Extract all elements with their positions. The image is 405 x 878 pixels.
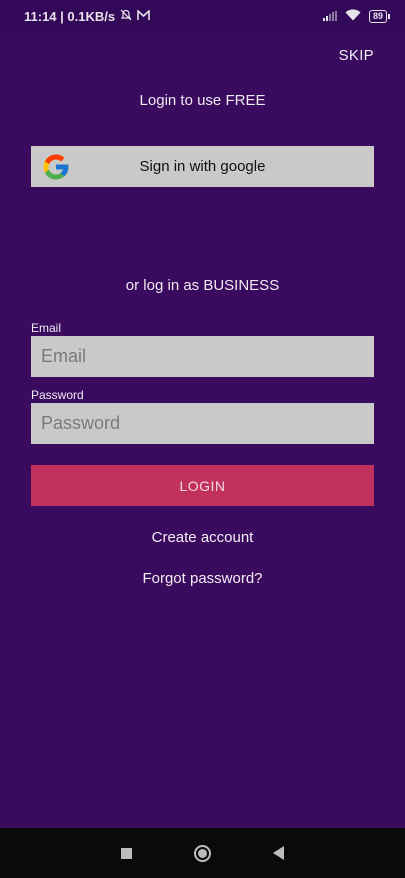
email-field[interactable] xyxy=(31,336,374,377)
free-login-heading: Login to use FREE xyxy=(139,92,266,109)
email-label: Email xyxy=(31,321,62,335)
status-left: 11:14 | 0.1KB/s xyxy=(24,9,150,24)
status-time: 11:14 | 0.1KB/s xyxy=(24,8,116,24)
password-label: Password xyxy=(31,388,84,402)
login-button[interactable]: LOGIN xyxy=(31,465,374,506)
create-account-link[interactable]: Create account xyxy=(0,529,405,546)
navigation-bar xyxy=(0,828,405,878)
business-login-heading: or log in as BUSINESS xyxy=(125,277,280,294)
google-logo-icon xyxy=(43,154,69,180)
home-icon[interactable] xyxy=(194,844,211,862)
forgot-password-link[interactable]: Forgot password? xyxy=(0,570,405,587)
mail-icon xyxy=(137,8,150,24)
google-sign-in-button[interactable]: Sign in with google xyxy=(31,146,374,187)
battery-icon: 89 xyxy=(368,9,391,23)
wifi-icon xyxy=(345,8,361,24)
signal-icon xyxy=(322,9,337,24)
recent-apps-icon[interactable] xyxy=(121,847,132,859)
skip-button[interactable]: SKIP xyxy=(339,47,374,64)
status-right: 89 xyxy=(322,8,391,24)
password-field[interactable] xyxy=(31,403,374,444)
status-bar: 11:14 | 0.1KB/s 89 xyxy=(0,0,405,32)
google-button-label: Sign in with google xyxy=(139,158,266,175)
mute-bell-icon xyxy=(120,9,132,24)
back-icon[interactable] xyxy=(273,846,284,860)
